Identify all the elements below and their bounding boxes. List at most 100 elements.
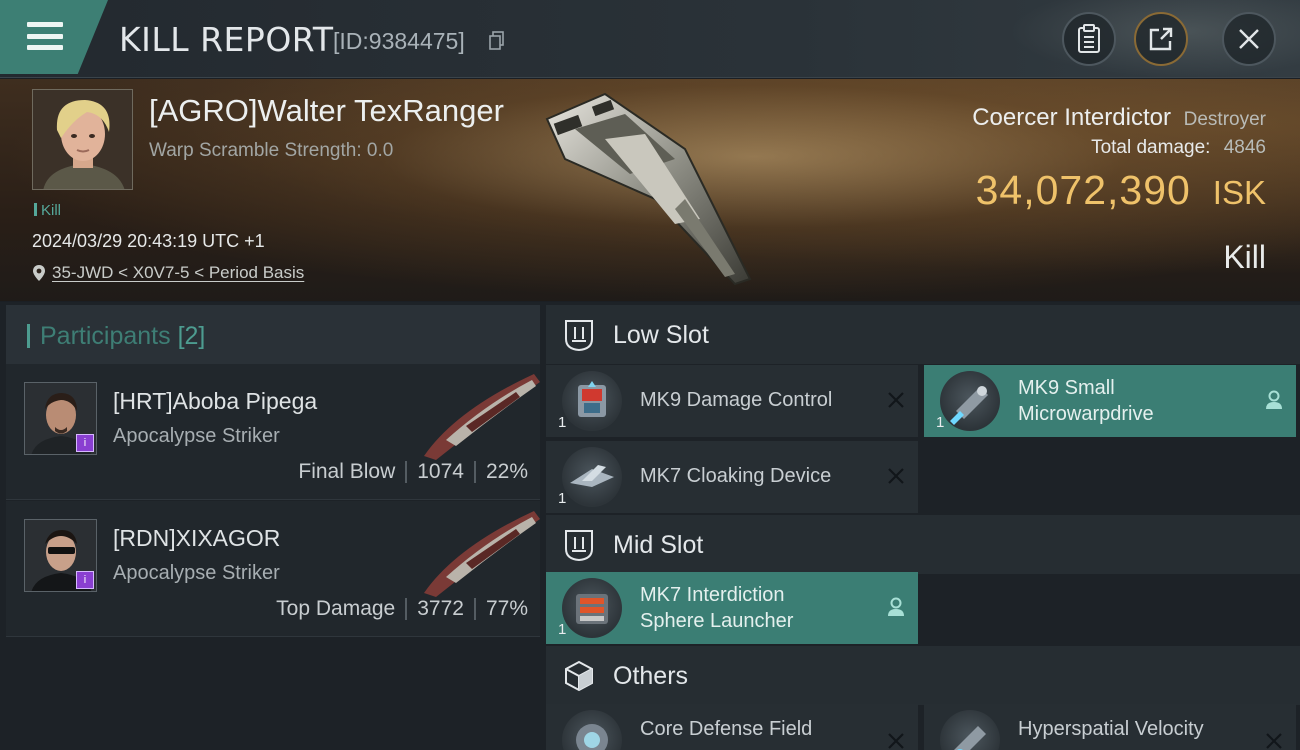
total-damage-label: Total damage: bbox=[1091, 137, 1211, 158]
person-icon bbox=[888, 597, 904, 616]
module-name: MK7 Interdiction Sphere Launcher bbox=[640, 584, 794, 632]
close-icon bbox=[1239, 29, 1259, 49]
warp-scramble-strength: Warp Scramble Strength: 0.0 bbox=[149, 140, 394, 161]
module-icon bbox=[940, 371, 1000, 431]
map-pin-icon bbox=[33, 265, 45, 281]
menu-button[interactable] bbox=[0, 0, 108, 74]
participant-ship: Apocalypse Striker bbox=[113, 562, 280, 584]
mid-slot-header: Mid Slot bbox=[546, 515, 1300, 574]
location-link[interactable]: 35-JWD < X0V7-5 < Period Basis bbox=[32, 263, 304, 283]
mid-slot-label: Mid Slot bbox=[613, 531, 704, 559]
header-accent bbox=[27, 324, 30, 348]
divider bbox=[473, 461, 476, 483]
module-icon bbox=[940, 710, 1000, 750]
low-slot-header: Low Slot bbox=[546, 305, 1300, 364]
share-button[interactable] bbox=[1134, 12, 1188, 66]
module-icon bbox=[562, 371, 622, 431]
participant-percent: 22% bbox=[485, 460, 528, 483]
x-mark-icon bbox=[888, 392, 904, 408]
participant-role: Top Damage bbox=[276, 597, 396, 620]
total-damage-value: 4846 bbox=[1223, 137, 1266, 158]
participants-header: Participants [2] bbox=[6, 305, 540, 364]
ship-class: Coercer Interdictor Destroyer bbox=[972, 104, 1266, 132]
participant-stats: Top Damage 3772 77% bbox=[276, 597, 528, 621]
module-slot[interactable]: Core Defense Field bbox=[546, 704, 918, 750]
microwarpdrive-icon bbox=[950, 386, 988, 425]
victim-ship-image bbox=[545, 92, 752, 286]
x-mark-icon bbox=[888, 468, 904, 484]
avatar[interactable]: i bbox=[24, 382, 97, 455]
person-icon bbox=[1266, 390, 1282, 409]
cube-icon bbox=[565, 660, 593, 692]
participant-ship-image bbox=[424, 511, 540, 597]
avatar[interactable]: i bbox=[24, 519, 97, 592]
module-slot[interactable]: Hyperspatial Velocity bbox=[924, 704, 1296, 750]
ship-name[interactable]: Coercer Interdictor bbox=[972, 104, 1171, 131]
others-header: Others bbox=[546, 646, 1300, 705]
page-title: KILL REPORT bbox=[119, 20, 334, 59]
participant-ship-image bbox=[424, 374, 540, 460]
module-quantity: 1 bbox=[558, 490, 567, 507]
participants-panel: Participants [2] i [HRT]Aboba Pipega Apo… bbox=[0, 302, 540, 750]
participant-percent: 77% bbox=[485, 597, 528, 620]
module-quantity: 1 bbox=[558, 621, 567, 638]
ship-type: Destroyer bbox=[1183, 109, 1266, 130]
rank-badge: i bbox=[76, 434, 94, 452]
clipboard-icon bbox=[1078, 24, 1100, 53]
x-mark-icon bbox=[888, 733, 904, 749]
victim-banner: [AGRO]Walter TexRanger Warp Scramble Str… bbox=[0, 79, 1300, 301]
participant-name[interactable]: [HRT]Aboba Pipega bbox=[113, 388, 317, 415]
participants-title-label: Participants bbox=[40, 322, 171, 350]
interdiction-launcher-icon bbox=[576, 594, 608, 624]
kill-datetime: 2024/03/29 20:43:19 UTC +1 bbox=[32, 231, 265, 251]
result-label: Kill bbox=[1223, 239, 1266, 275]
clipboard-button[interactable] bbox=[1062, 12, 1116, 66]
participant-role: Final Blow bbox=[298, 460, 396, 483]
x-mark-icon bbox=[1266, 733, 1282, 749]
cloaking-device-icon bbox=[570, 465, 614, 487]
others-label: Others bbox=[613, 662, 689, 690]
fitting-panel: Low Slot 1 MK9 Damage Control 1 MK9 Smal… bbox=[540, 302, 1300, 750]
rank-badge: i bbox=[76, 571, 94, 589]
avatar bbox=[33, 90, 132, 189]
module-icon bbox=[562, 578, 622, 638]
total-damage: Total damage: 4846 bbox=[1091, 137, 1266, 159]
header-bar: KILL REPORT [ID:9384475] bbox=[0, 0, 1300, 78]
participant-damage: 1074 bbox=[417, 460, 464, 483]
isk-amount: 34,072,390 bbox=[975, 167, 1191, 213]
module-name: Core Defense Field bbox=[640, 718, 813, 740]
participant-stats: Final Blow 1074 22% bbox=[298, 460, 528, 484]
slot-shield-icon bbox=[565, 530, 593, 561]
isk-value: 34,072,390 ISK bbox=[976, 167, 1266, 214]
victim-name[interactable]: [AGRO]Walter TexRanger bbox=[149, 93, 504, 129]
module-name: MK7 Cloaking Device bbox=[640, 465, 832, 487]
location-text: 35-JWD < X0V7-5 < Period Basis bbox=[52, 263, 305, 282]
isk-currency: ISK bbox=[1212, 174, 1266, 211]
velocity-module-icon bbox=[954, 726, 986, 750]
module-slot[interactable]: 1 MK9 Small Microwarpdrive bbox=[924, 365, 1296, 437]
divider bbox=[405, 461, 408, 483]
participant-name[interactable]: [RDN]XIXAGOR bbox=[113, 525, 280, 552]
module-slot[interactable]: 1 MK7 Cloaking Device bbox=[546, 441, 918, 513]
slot-shield-icon bbox=[565, 320, 593, 351]
victim-portrait[interactable] bbox=[32, 89, 133, 190]
module-slot[interactable]: 1 MK9 Damage Control bbox=[546, 365, 918, 437]
kill-tag: Kill bbox=[34, 202, 61, 219]
hamburger-icon bbox=[27, 22, 63, 50]
participants-title: Participants [2] bbox=[40, 322, 205, 351]
share-icon bbox=[1149, 27, 1173, 51]
damage-control-icon bbox=[578, 381, 606, 417]
participant-row[interactable]: i [RDN]XIXAGOR Apocalypse Striker Top Da… bbox=[6, 501, 540, 637]
participant-row[interactable]: i [HRT]Aboba Pipega Apocalypse Striker F… bbox=[6, 364, 540, 500]
defense-field-icon bbox=[576, 724, 608, 750]
divider bbox=[405, 598, 408, 620]
module-slot[interactable]: 1 MK7 Interdiction Sphere Launcher bbox=[546, 572, 918, 644]
module-name: Hyperspatial Velocity bbox=[1018, 718, 1204, 740]
divider bbox=[473, 598, 476, 620]
module-quantity: 1 bbox=[936, 414, 945, 431]
copy-icon[interactable] bbox=[489, 31, 505, 51]
module-name: MK9 Small Microwarpdrive bbox=[1018, 377, 1154, 425]
close-button[interactable] bbox=[1222, 12, 1276, 66]
module-name: MK9 Damage Control bbox=[640, 389, 833, 411]
participant-ship: Apocalypse Striker bbox=[113, 425, 280, 447]
